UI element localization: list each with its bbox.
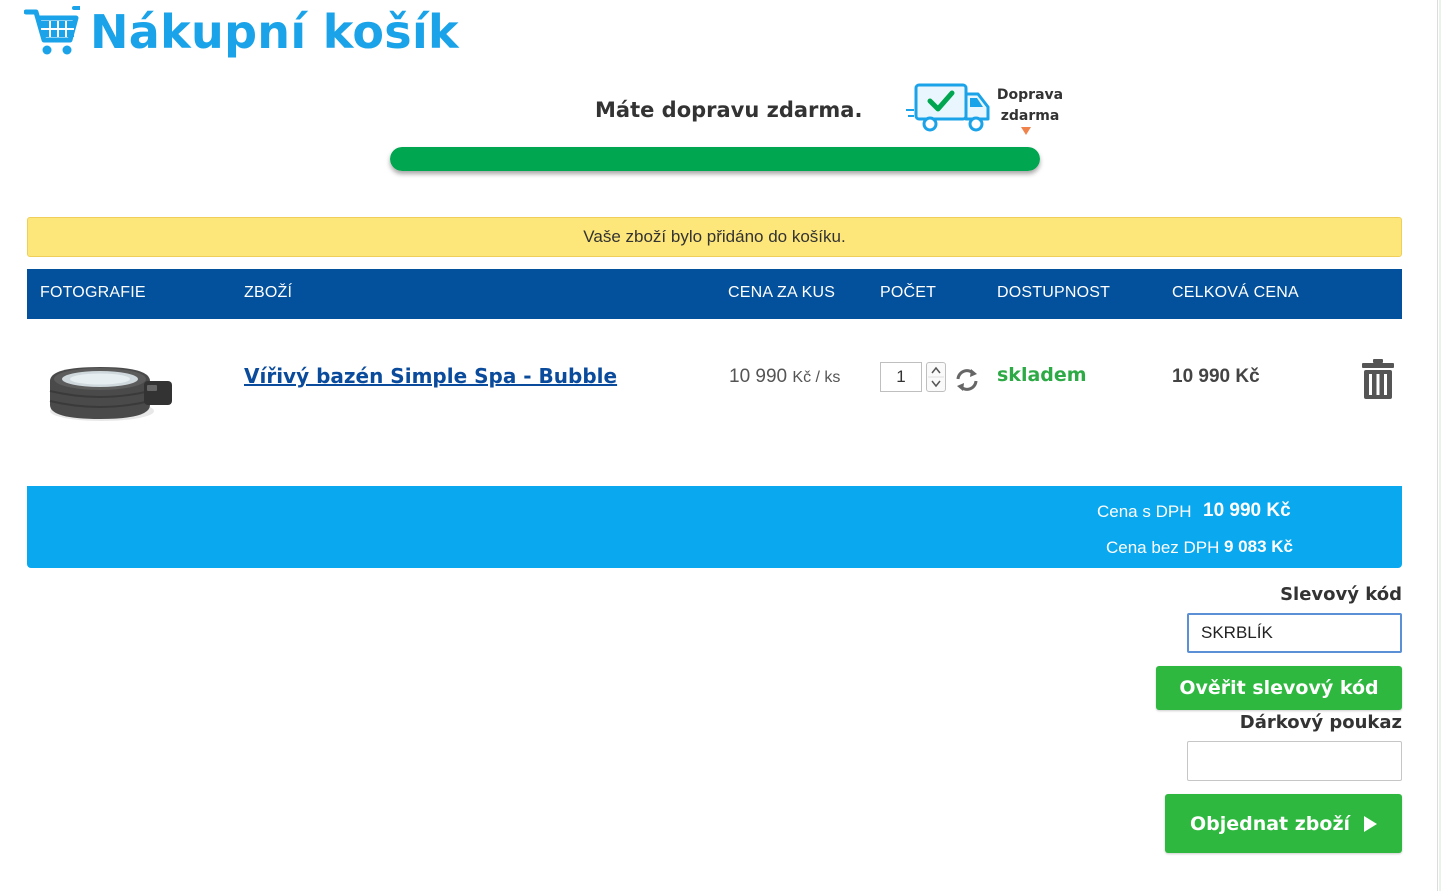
page-title: Nákupní košík xyxy=(90,5,459,59)
free-shipping-threshold-label: Doprava zdarma xyxy=(994,85,1066,127)
unit-price: 10 990 Kč / ks xyxy=(729,366,840,388)
play-icon xyxy=(1364,815,1378,832)
column-header-availability: DOSTUPNOST xyxy=(997,284,1111,301)
threshold-marker-icon xyxy=(1021,127,1031,135)
refresh-icon[interactable] xyxy=(953,366,981,394)
availability-status: skladem xyxy=(997,364,1087,386)
page-border xyxy=(1437,0,1438,891)
column-header-product: ZBOŽÍ xyxy=(244,284,293,301)
quantity-stepper[interactable] xyxy=(926,362,946,392)
stepper-arrows-icon[interactable] xyxy=(927,363,945,391)
row-total-currency: Kč xyxy=(1235,366,1260,387)
order-button[interactable]: Objednat zboží xyxy=(1165,794,1402,853)
free-shipping-label-line2: zdarma xyxy=(1000,108,1060,124)
quantity-input[interactable] xyxy=(880,362,922,392)
free-shipping-message: Máte dopravu zdarma. xyxy=(595,98,863,122)
free-shipping-label-line1: Doprava xyxy=(996,87,1064,103)
price-with-vat-value: 10 990 Kč xyxy=(1203,500,1291,521)
page-header: Nákupní košík xyxy=(24,4,459,60)
free-shipping-progress-bar xyxy=(390,147,1040,171)
product-photo[interactable] xyxy=(44,355,176,427)
column-header-photo: FOTOGRAFIE xyxy=(40,284,146,301)
verify-discount-button[interactable]: Ověřit slevový kód xyxy=(1156,666,1402,710)
delivery-truck-icon xyxy=(906,83,990,132)
cart-added-notice: Vaše zboží bylo přidáno do košíku. xyxy=(27,217,1402,257)
gift-voucher-input[interactable] xyxy=(1187,741,1402,781)
price-without-vat-value: 9 083 Kč xyxy=(1224,537,1293,556)
row-total-value: 10 990 xyxy=(1172,366,1231,387)
row-total-price: 10 990 Kč xyxy=(1172,366,1260,388)
discount-code-label: Slevový kód xyxy=(1280,584,1402,605)
gift-voucher-label: Dárkový poukaz xyxy=(1239,712,1402,733)
price-with-vat-label: Cena s DPH xyxy=(1097,502,1192,521)
order-button-label: Objednat zboží xyxy=(1189,812,1351,835)
shopping-cart-icon xyxy=(24,6,80,55)
trash-icon[interactable] xyxy=(1361,358,1395,400)
unit-price-suffix: Kč / ks xyxy=(792,369,841,386)
discount-code-input[interactable] xyxy=(1187,613,1402,653)
unit-price-value: 10 990 xyxy=(729,366,788,387)
cart-summary: Cena s DPH 10 990 Kč Cena bez DPH 9 083 … xyxy=(27,486,1402,568)
free-shipping-progress-fill xyxy=(390,147,1040,171)
product-name-link[interactable]: Vířivý bazén Simple Spa - Bubble xyxy=(244,364,617,388)
column-header-quantity: POČET xyxy=(880,284,937,301)
column-header-total-price: CELKOVÁ CENA xyxy=(1172,284,1299,301)
cart-table-header: FOTOGRAFIE ZBOŽÍ CENA ZA KUS POČET DOSTU… xyxy=(27,269,1402,319)
column-header-unit-price: CENA ZA KUS xyxy=(728,284,836,301)
price-without-vat-label: Cena bez DPH xyxy=(1106,538,1220,557)
